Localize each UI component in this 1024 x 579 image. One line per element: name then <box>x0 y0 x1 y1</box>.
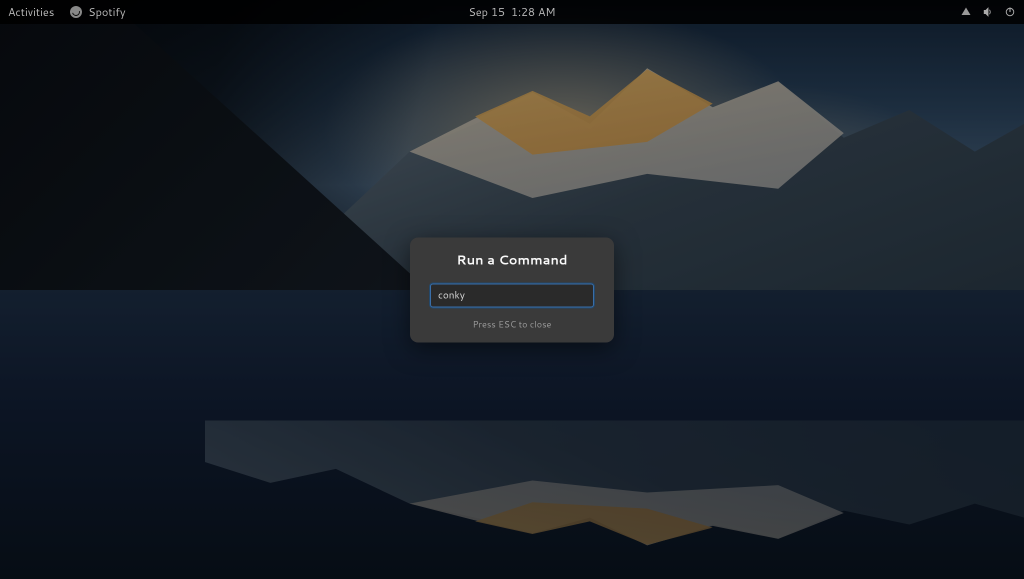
network-icon <box>960 6 972 18</box>
clock-date: Sep 15 <box>468 4 505 20</box>
top-bar: Activities Spotify Sep 15 1:28 AM <box>0 0 1024 24</box>
system-tray[interactable] <box>960 6 1016 18</box>
spotify-icon <box>70 6 82 18</box>
command-input[interactable] <box>430 283 594 307</box>
dialog-title: Run a Command <box>430 251 594 269</box>
dialog-hint: Press ESC to close <box>430 317 594 330</box>
activities-button[interactable]: Activities <box>8 4 54 20</box>
current-app-indicator[interactable]: Spotify <box>70 4 125 20</box>
volume-icon <box>982 6 994 18</box>
clock[interactable]: Sep 15 1:28 AM <box>468 4 555 20</box>
current-app-label: Spotify <box>88 4 125 20</box>
top-bar-left: Activities Spotify <box>8 4 126 20</box>
clock-time: 1:28 AM <box>511 4 556 20</box>
power-icon <box>1004 6 1016 18</box>
run-command-dialog: Run a Command Press ESC to close <box>410 237 614 342</box>
